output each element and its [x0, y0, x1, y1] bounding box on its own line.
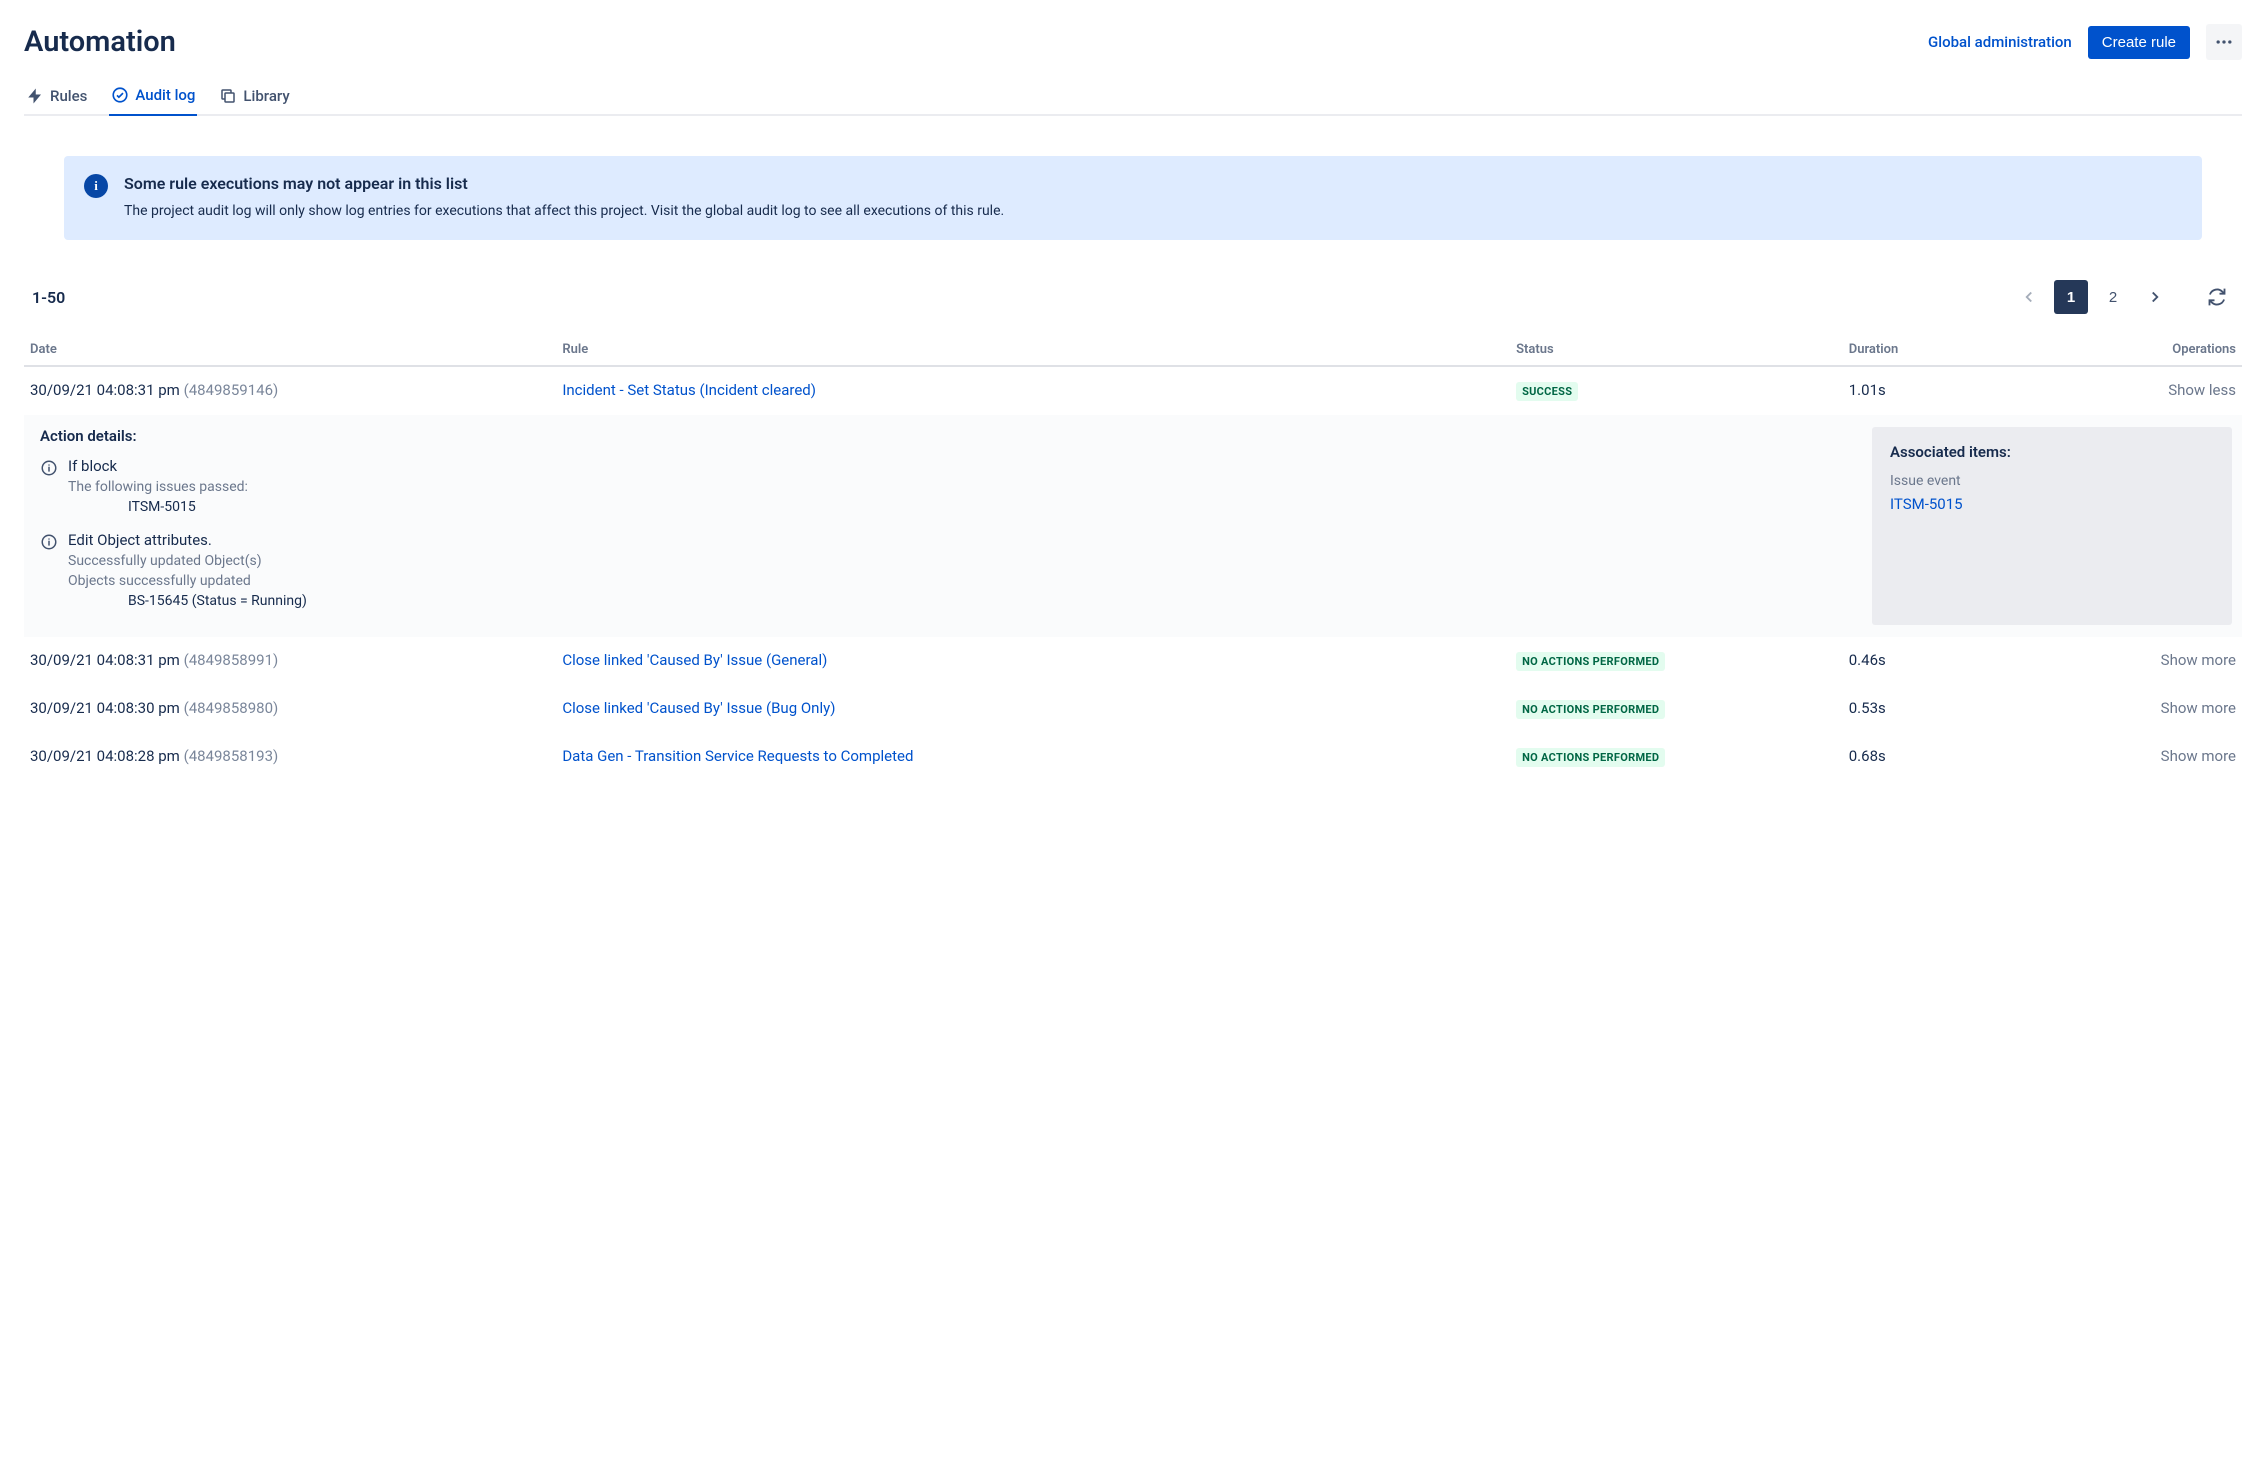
status-badge: NO ACTIONS PERFORMED [1516, 652, 1665, 671]
associated-label: Issue event [1890, 473, 2214, 489]
action-sub: Successfully updated Object(s) [68, 553, 307, 569]
page-title: Automation [24, 25, 176, 59]
table-row: 30/09/21 04:08:31 pm (4849859146) Incide… [24, 366, 2242, 415]
row-id: (4849858193) [184, 747, 279, 765]
table-row: 30/09/21 04:08:28 pm (4849858193) Data G… [24, 733, 2242, 781]
more-icon [2214, 32, 2234, 52]
info-banner: i Some rule executions may not appear in… [64, 156, 2202, 240]
toggle-details-link[interactable]: Show more [1998, 685, 2242, 733]
action-sub: The following issues passed: [68, 479, 248, 495]
tab-audit-log-label: Audit log [135, 86, 195, 104]
prev-page-button[interactable] [2012, 280, 2046, 314]
toggle-details-link[interactable]: Show more [1998, 637, 2242, 685]
toggle-details-link[interactable]: Show more [1998, 733, 2242, 781]
row-id: (4849859146) [184, 381, 279, 399]
page-1-button[interactable]: 1 [2054, 280, 2088, 314]
chevron-left-icon [2020, 288, 2038, 306]
refresh-icon [2207, 287, 2227, 307]
info-icon: i [84, 174, 108, 198]
tab-rules[interactable]: Rules [24, 80, 89, 116]
status-badge: SUCCESS [1516, 382, 1578, 401]
banner-body: The project audit log will only show log… [124, 201, 1004, 222]
row-duration: 0.46s [1843, 637, 1998, 685]
next-page-button[interactable] [2138, 280, 2172, 314]
rule-link[interactable]: Incident - Set Status (Incident cleared) [562, 381, 816, 399]
pagination: 1 2 [2012, 280, 2234, 314]
action-details-heading: Action details: [40, 427, 1848, 445]
action-indent: ITSM-5015 [68, 499, 248, 515]
row-date: 30/09/21 04:08:31 pm [30, 651, 180, 669]
row-date: 30/09/21 04:08:28 pm [30, 747, 180, 765]
row-date: 30/09/21 04:08:30 pm [30, 699, 180, 717]
info-outline-icon [40, 459, 58, 477]
table-row: 30/09/21 04:08:31 pm (4849858991) Close … [24, 637, 2242, 685]
col-header-status: Status [1510, 334, 1843, 366]
row-duration: 1.01s [1843, 366, 1998, 415]
page-2-button[interactable]: 2 [2096, 280, 2130, 314]
row-duration: 0.53s [1843, 685, 1998, 733]
action-sub2: Objects successfully updated [68, 573, 307, 589]
row-id: (4849858991) [184, 651, 279, 669]
info-outline-icon [40, 533, 58, 551]
chevron-right-icon [2146, 288, 2164, 306]
col-header-date: Date [24, 334, 556, 366]
audit-log-table: Date Rule Status Duration Operations 30/… [24, 334, 2242, 781]
action-indent: BS-15645 (Status = Running) [68, 593, 307, 609]
check-circle-icon [111, 86, 129, 104]
tab-library[interactable]: Library [217, 80, 291, 116]
associated-link[interactable]: ITSM-5015 [1890, 495, 1963, 513]
associated-items-heading: Associated items: [1890, 443, 2214, 461]
status-badge: NO ACTIONS PERFORMED [1516, 700, 1665, 719]
table-row: 30/09/21 04:08:30 pm (4849858980) Close … [24, 685, 2242, 733]
rule-link[interactable]: Close linked 'Caused By' Issue (General) [562, 651, 827, 669]
col-header-rule: Rule [556, 334, 1510, 366]
refresh-button[interactable] [2200, 280, 2234, 314]
action-title: If block [68, 457, 248, 475]
banner-title: Some rule executions may not appear in t… [124, 174, 1004, 193]
tab-rules-label: Rules [50, 87, 87, 105]
col-header-duration: Duration [1843, 334, 1998, 366]
overflow-menu-button[interactable] [2206, 24, 2242, 60]
toggle-details-link[interactable]: Show less [1998, 366, 2242, 415]
rule-link[interactable]: Close linked 'Caused By' Issue (Bug Only… [562, 699, 835, 717]
rule-link[interactable]: Data Gen - Transition Service Requests t… [562, 747, 913, 765]
range-label: 1-50 [32, 288, 65, 307]
lightning-icon [26, 87, 44, 105]
details-row: Action details: If block The following i… [24, 415, 2242, 637]
tabs: Rules Audit log Library [24, 80, 2242, 116]
status-badge: NO ACTIONS PERFORMED [1516, 748, 1665, 767]
row-id: (4849858980) [184, 699, 279, 717]
tab-audit-log[interactable]: Audit log [109, 80, 197, 116]
global-admin-link[interactable]: Global administration [1928, 33, 2072, 51]
row-duration: 0.68s [1843, 733, 1998, 781]
tab-library-label: Library [243, 87, 289, 105]
create-rule-button[interactable]: Create rule [2088, 26, 2190, 59]
action-title: Edit Object attributes. [68, 531, 307, 549]
col-header-operations: Operations [1998, 334, 2242, 366]
copy-icon [219, 87, 237, 105]
row-date: 30/09/21 04:08:31 pm [30, 381, 180, 399]
